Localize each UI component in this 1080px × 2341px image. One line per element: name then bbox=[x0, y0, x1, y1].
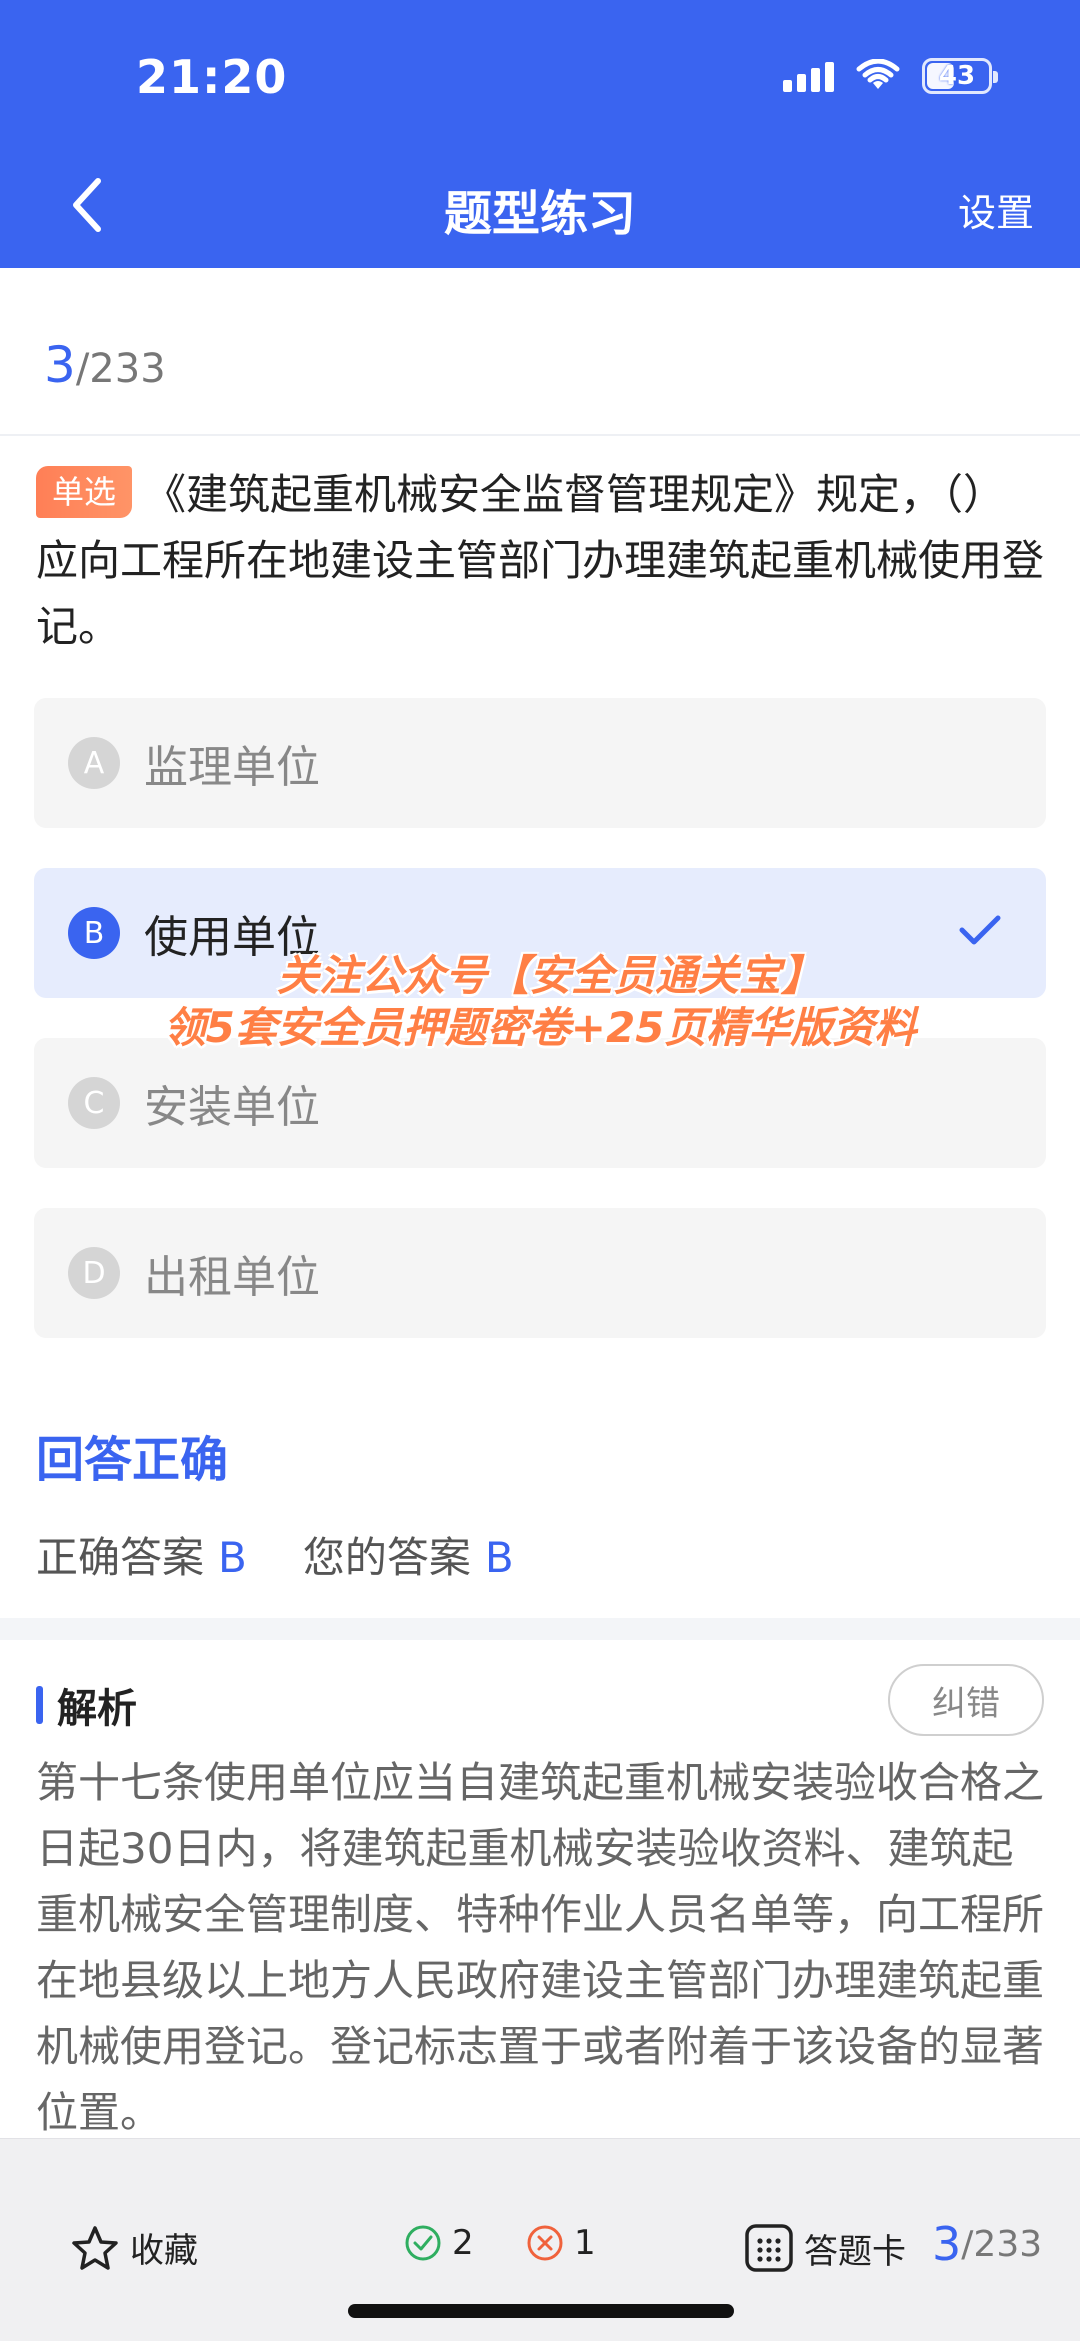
settings-button[interactable]: 设置 bbox=[958, 182, 1034, 237]
page-title: 题型练习 bbox=[443, 186, 636, 242]
your-answer: 您的答案 B bbox=[303, 1524, 514, 1585]
favorite-label: 收藏 bbox=[130, 2231, 198, 2271]
option-d[interactable]: D 出租单位 bbox=[34, 1208, 1046, 1338]
question-text: 《建筑起重机械安全监督管理规定》规定，（）应向工程所在地建设主管部门办理建筑起重… bbox=[36, 470, 1045, 651]
analysis-text: 第十七条使用单位应当自建筑起重机械安装验收合格之日起30日内，将建筑起重机械安装… bbox=[36, 1758, 1045, 2137]
bottom-progress-total: /233 bbox=[961, 2223, 1043, 2265]
option-text: 出租单位 bbox=[144, 1252, 320, 1303]
option-text: 安装单位 bbox=[144, 1082, 320, 1133]
option-c[interactable]: C 安装单位 bbox=[34, 1038, 1046, 1168]
result-title: 回答正确 bbox=[36, 1432, 229, 1488]
battery-level: 43 bbox=[938, 61, 976, 91]
answer-card-label: 答题卡 bbox=[804, 2231, 906, 2272]
answer-summary: 正确答案 B 您的答案 B bbox=[36, 1524, 514, 1585]
option-a[interactable]: A 监理单位 bbox=[34, 698, 1046, 828]
divider bbox=[0, 434, 1080, 436]
star-icon bbox=[72, 2225, 118, 2270]
section-accent-bar bbox=[36, 1686, 43, 1724]
battery-icon: 43 bbox=[922, 58, 998, 94]
bottom-progress-current: 3 bbox=[932, 2217, 962, 2271]
option-letter: A bbox=[68, 737, 120, 789]
correct-answer-value: B bbox=[218, 1533, 247, 1582]
analysis-title: 解析 bbox=[57, 1686, 137, 1732]
status-time: 21:20 bbox=[136, 50, 288, 104]
your-answer-value: B bbox=[484, 1533, 514, 1582]
watermark-line-2: 领5套安全员押题密卷+25页精华版资料 bbox=[163, 1003, 917, 1052]
watermark-line-1: 关注公众号【安全员通关宝】 bbox=[276, 951, 823, 1000]
close-circle-icon bbox=[527, 2225, 563, 2261]
section-separator bbox=[0, 1618, 1080, 1640]
signal-icon bbox=[783, 60, 834, 92]
correct-answer-label: 正确答案 bbox=[36, 1533, 205, 1582]
progress-current: 3 bbox=[44, 336, 76, 394]
wifi-icon bbox=[856, 59, 900, 89]
home-indicator bbox=[348, 2304, 734, 2318]
favorite-button[interactable]: 收藏 bbox=[70, 2223, 198, 2272]
check-icon bbox=[959, 915, 1001, 945]
report-error-button[interactable]: 纠错 bbox=[888, 1664, 1044, 1736]
analysis-header: 解析 bbox=[36, 1676, 137, 1734]
your-answer-label: 您的答案 bbox=[302, 1533, 471, 1582]
correct-count[interactable]: 2 bbox=[404, 2223, 474, 2263]
question-type-badge: 单选 bbox=[36, 466, 133, 518]
bottom-progress: 3/233 bbox=[932, 2217, 1042, 2271]
answer-card-button[interactable]: 答题卡 bbox=[744, 2223, 906, 2273]
question-stem: 单选 《建筑起重机械安全监督管理规定》规定，（）应向工程所在地建设主管部门办理建筑… bbox=[36, 462, 1046, 660]
option-text: 监理单位 bbox=[144, 742, 320, 793]
status-icons: 43 bbox=[783, 58, 998, 94]
progress-total: /233 bbox=[75, 346, 166, 392]
correct-answer: 正确答案 B bbox=[36, 1524, 247, 1585]
correct-count-value: 2 bbox=[452, 2223, 474, 2263]
promo-watermark: 关注公众号【安全员通关宝】 领5套安全员押题密卷+25页精华版资料 bbox=[0, 950, 1080, 1054]
wrong-count-value: 1 bbox=[574, 2223, 596, 2263]
option-letter: C bbox=[68, 1077, 120, 1129]
question-progress: 3/233 bbox=[44, 336, 166, 394]
wrong-count[interactable]: 1 bbox=[526, 2223, 596, 2263]
grid-icon bbox=[745, 2224, 793, 2272]
app-header: 21:20 43 题型练习 设置 bbox=[0, 0, 1080, 268]
option-letter: D bbox=[68, 1247, 120, 1299]
check-circle-icon bbox=[405, 2225, 441, 2261]
